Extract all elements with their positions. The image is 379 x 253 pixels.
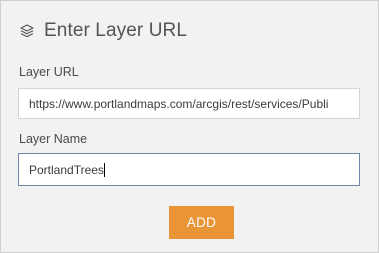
layer-url-value: https://www.portlandmaps.com/arcgis/rest… [29, 96, 329, 111]
text-cursor [103, 162, 105, 177]
panel-header: Enter Layer URL [19, 19, 187, 43]
layers-icon [19, 23, 35, 39]
enter-layer-url-panel: Enter Layer URL Layer URL https://www.po… [0, 0, 379, 253]
layer-name-label: Layer Name [19, 132, 88, 146]
layer-url-input[interactable]: https://www.portlandmaps.com/arcgis/rest… [18, 88, 360, 119]
add-button[interactable]: ADD [169, 206, 234, 239]
layer-name-value: PortlandTrees [29, 162, 104, 177]
panel-title: Enter Layer URL [44, 20, 188, 41]
layer-name-input[interactable]: PortlandTrees [18, 153, 360, 186]
layer-url-label: Layer URL [19, 65, 79, 79]
